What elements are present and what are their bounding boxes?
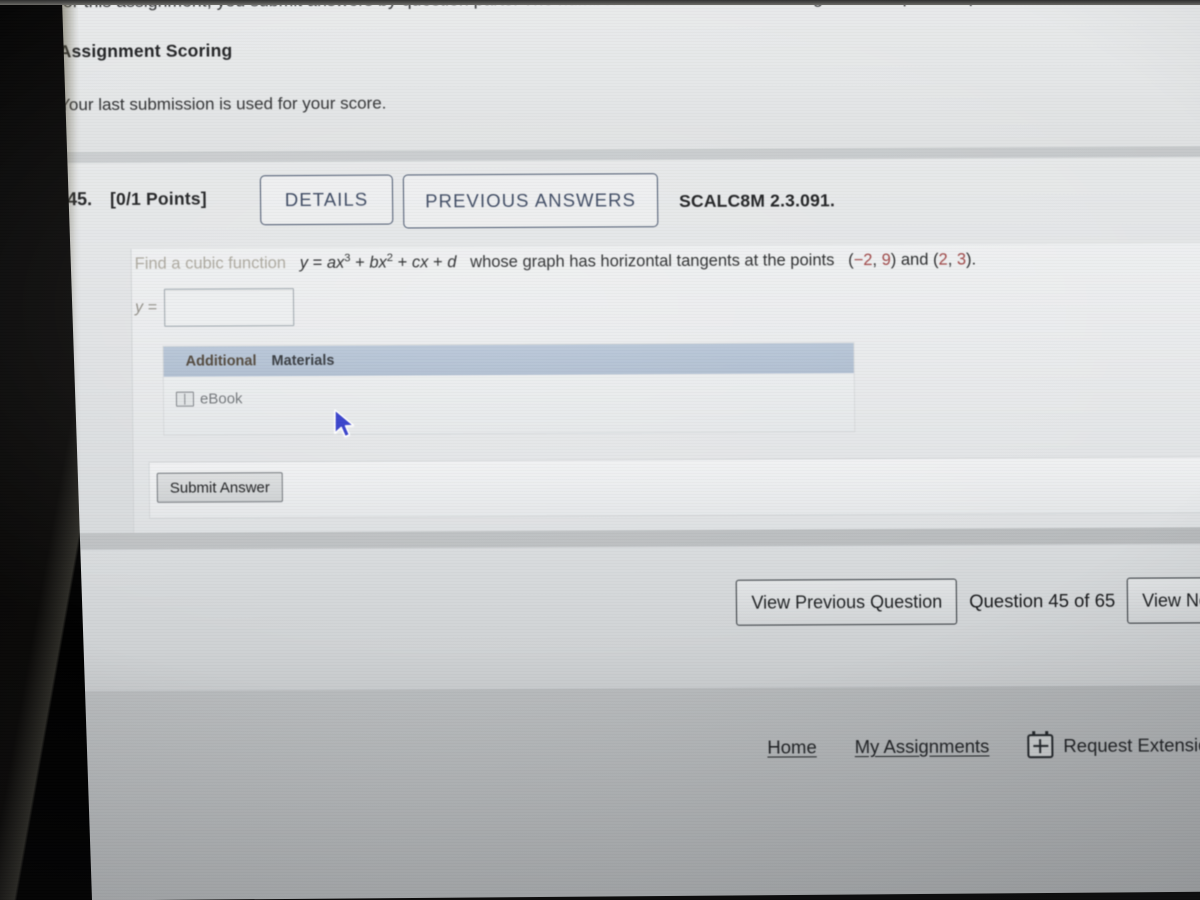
prompt-lead: Find a cubic function (134, 254, 287, 273)
previous-answers-button[interactable]: PREVIOUS ANSWERS (402, 173, 659, 229)
mouse-pointer-icon (334, 409, 355, 438)
prompt-point2-x: 2 (938, 250, 948, 269)
answer-input[interactable] (163, 288, 295, 327)
question-card: 45. [0/1 Points] DETAILS PREVIOUS ANSWER… (41, 156, 1200, 534)
prompt-bx-exponent: 2 (386, 252, 394, 265)
submit-panel: Submit Answer (148, 456, 1200, 519)
question-body: Find a cubic function y = ax3 + bx2 + cx… (130, 243, 1200, 533)
question-prompt: Find a cubic function y = ax3 + bx2 + cx… (135, 250, 977, 273)
request-extension-button[interactable]: Request Extension (1027, 731, 1200, 759)
prompt-point1-close: ) (890, 250, 897, 269)
prompt-plus-1: + (355, 253, 365, 272)
request-extension-label: Request Extension (1063, 734, 1200, 757)
prompt-point1-y: 9 (881, 250, 891, 269)
prompt-ax-exponent: 3 (344, 252, 351, 265)
prompt-eq: = (312, 253, 323, 272)
prompt-ax: ax (326, 253, 345, 272)
ebook-label: eBook (199, 390, 243, 408)
page-footer: Home My Assignments Request Extension (25, 715, 1200, 781)
additional-materials-word-2: Materials (271, 352, 335, 370)
view-previous-question-button[interactable]: View Previous Question (736, 578, 958, 626)
details-button[interactable]: DETAILS (259, 174, 394, 226)
view-next-question-button[interactable]: View Next Q (1127, 577, 1200, 624)
answer-row: y = (135, 288, 295, 327)
prompt-plus-2: + (397, 253, 408, 272)
prompt-point1-x: −2 (853, 251, 873, 270)
webassign-page: For this assignment, you submit answers … (18, 0, 1200, 900)
prompt-conjunction: and (900, 250, 929, 269)
prompt-y: y (299, 253, 309, 273)
question-points: [0/1 Points] (109, 188, 207, 210)
prompt-point2-close: ). (966, 250, 977, 269)
monitor-photo: For this assignment, you submit answers … (0, 0, 1200, 900)
prompt-plus-3: + (432, 253, 443, 272)
monitor-bezel-top (0, 0, 1200, 5)
additional-materials-word-1: Additional (185, 353, 257, 370)
answer-label: y = (135, 298, 157, 316)
prompt-point2-sep: , (947, 250, 957, 269)
question-code: SCALC8M 2.3.091. (678, 190, 836, 212)
footer-my-assignments-link[interactable]: My Assignments (855, 735, 990, 758)
question-counter: Question 45 of 65 (969, 589, 1116, 612)
prompt-cx: cx (411, 253, 429, 272)
book-icon (175, 391, 195, 407)
assignment-scoring-heading: Assignment Scoring (58, 40, 233, 62)
calendar-plus-icon (1027, 731, 1054, 759)
prompt-d: d (447, 253, 457, 272)
question-navigation-controls: View Previous Question Question 45 of 65… (736, 577, 1200, 626)
additional-materials-panel: Additional Materials eBook (162, 342, 856, 436)
footer-home-link[interactable]: Home (767, 736, 817, 758)
submit-answer-button[interactable]: Submit Answer (156, 472, 283, 503)
assignment-scoring-note: Your last submission is used for your sc… (59, 93, 387, 115)
additional-materials-header: Additional Materials (163, 343, 854, 377)
question-header: 45. [0/1 Points] DETAILS PREVIOUS ANSWER… (42, 157, 1200, 249)
prompt-point1-sep: , (872, 250, 882, 270)
prompt-bx: bx (369, 253, 387, 272)
prompt-mid: whose graph has horizontal tangents at t… (470, 251, 835, 272)
assignment-header-band: For this assignment, you submit answers … (18, 0, 1200, 154)
ebook-link[interactable]: eBook (175, 390, 243, 408)
question-navigation-panel: View Previous Question Question 45 of 65… (63, 543, 1200, 692)
